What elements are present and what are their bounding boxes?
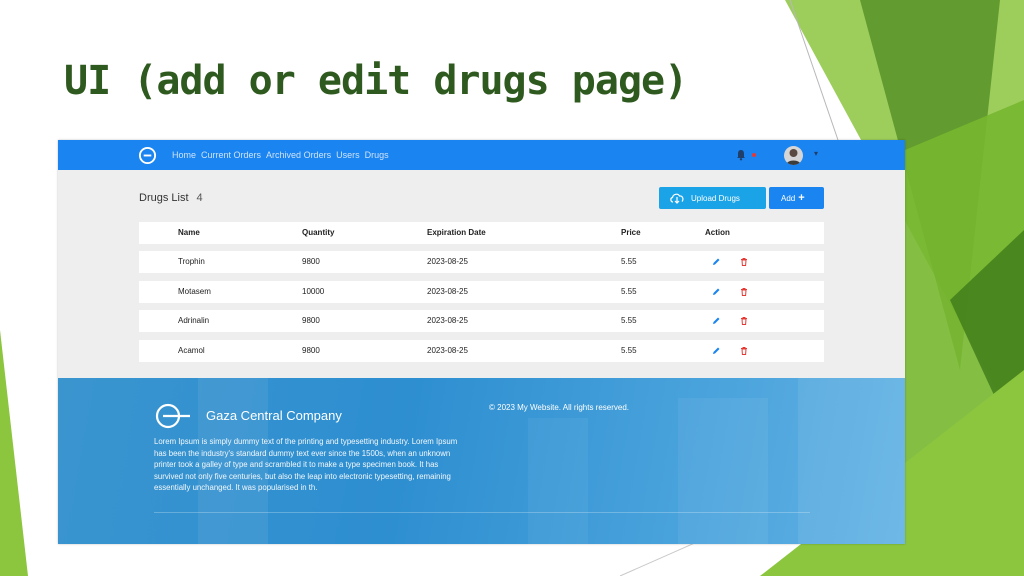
header-name: Name [178, 228, 200, 237]
trash-icon[interactable] [739, 346, 749, 356]
table-header-row: Name Quantity Expiration Date Price Acti… [139, 222, 824, 244]
cell-price: 5.55 [621, 345, 637, 355]
footer-divider [154, 512, 810, 513]
drugs-table: Name Quantity Expiration Date Price Acti… [139, 222, 824, 369]
upload-drugs-button[interactable]: Upload Drugs [659, 187, 766, 209]
nav-links: Home Current Orders Archived Orders User… [172, 150, 389, 160]
nav-link-current-orders[interactable]: Current Orders [201, 150, 261, 160]
cell-quantity: 10000 [302, 286, 325, 296]
cell-quantity: 9800 [302, 257, 320, 266]
footer-description: Lorem Ipsum is simply dummy text of the … [154, 437, 458, 492]
company-logo-icon [155, 403, 190, 429]
cloud-download-icon [670, 193, 684, 204]
nav-link-archived-orders[interactable]: Archived Orders [266, 150, 331, 160]
avatar[interactable] [784, 146, 803, 165]
trash-icon[interactable] [739, 316, 749, 326]
trash-icon[interactable] [739, 257, 749, 267]
cell-expiration: 2023-08-25 [427, 345, 468, 355]
cell-name: Motasem [178, 286, 211, 296]
table-row: Acamol 9800 2023-08-25 5.55 [139, 339, 824, 362]
list-header: Drugs List 4 [139, 192, 203, 204]
plus-icon: + [798, 192, 805, 204]
table-row: Trophin 9800 2023-08-25 5.55 [139, 251, 824, 273]
footer: Gaza Central Company © 2023 My Website. … [58, 378, 905, 544]
nav-link-drugs[interactable]: Drugs [365, 150, 389, 160]
pencil-icon[interactable] [711, 287, 721, 297]
g-logo-icon[interactable] [138, 146, 157, 165]
pencil-icon[interactable] [711, 257, 721, 267]
notification-dot [752, 153, 756, 157]
table-row: Adrinalin 9800 2023-08-25 5.55 [139, 310, 824, 332]
upload-drugs-label: Upload Drugs [691, 193, 740, 203]
cell-expiration: 2023-08-25 [427, 286, 468, 296]
nav-link-users[interactable]: Users [336, 150, 360, 160]
copyright-text: © 2023 My Website. All rights reserved. [489, 403, 630, 412]
list-title: Drugs List [139, 192, 189, 204]
company-name: Gaza Central Company [206, 408, 342, 423]
app-screenshot: Home Current Orders Archived Orders User… [58, 140, 905, 544]
cell-quantity: 9800 [302, 345, 320, 355]
cell-name: Trophin [178, 257, 205, 266]
trash-icon[interactable] [739, 287, 749, 297]
header-quantity: Quantity [302, 228, 335, 237]
cell-name: Adrinalin [178, 316, 210, 325]
cell-price: 5.55 [621, 257, 637, 266]
pencil-icon[interactable] [711, 346, 721, 356]
bell-icon[interactable] [735, 149, 747, 161]
cell-expiration: 2023-08-25 [427, 257, 468, 266]
cell-name: Acamol [178, 345, 205, 355]
cell-price: 5.55 [621, 286, 637, 296]
chevron-down-icon[interactable]: ▾ [814, 149, 818, 158]
header-expiration-date: Expiration Date [427, 228, 486, 237]
cell-quantity: 9800 [302, 316, 320, 325]
pencil-icon[interactable] [711, 316, 721, 326]
header-price: Price [621, 228, 641, 237]
nav-link-home[interactable]: Home [172, 150, 196, 160]
deco-shape-bottom-left [0, 330, 28, 576]
add-label: Add [781, 193, 796, 203]
cell-expiration: 2023-08-25 [427, 316, 468, 325]
cell-price: 5.55 [621, 316, 637, 325]
add-drug-button[interactable]: Add + [769, 187, 824, 209]
slide-title: UI (add or edit drugs page) [64, 58, 688, 104]
slide: UI (add or edit drugs page) Home Current… [0, 0, 1024, 576]
navbar: Home Current Orders Archived Orders User… [58, 140, 905, 170]
table-row: Motasem 10000 2023-08-25 5.55 [139, 280, 824, 303]
header-action: Action [705, 228, 730, 237]
list-count: 4 [196, 192, 203, 204]
